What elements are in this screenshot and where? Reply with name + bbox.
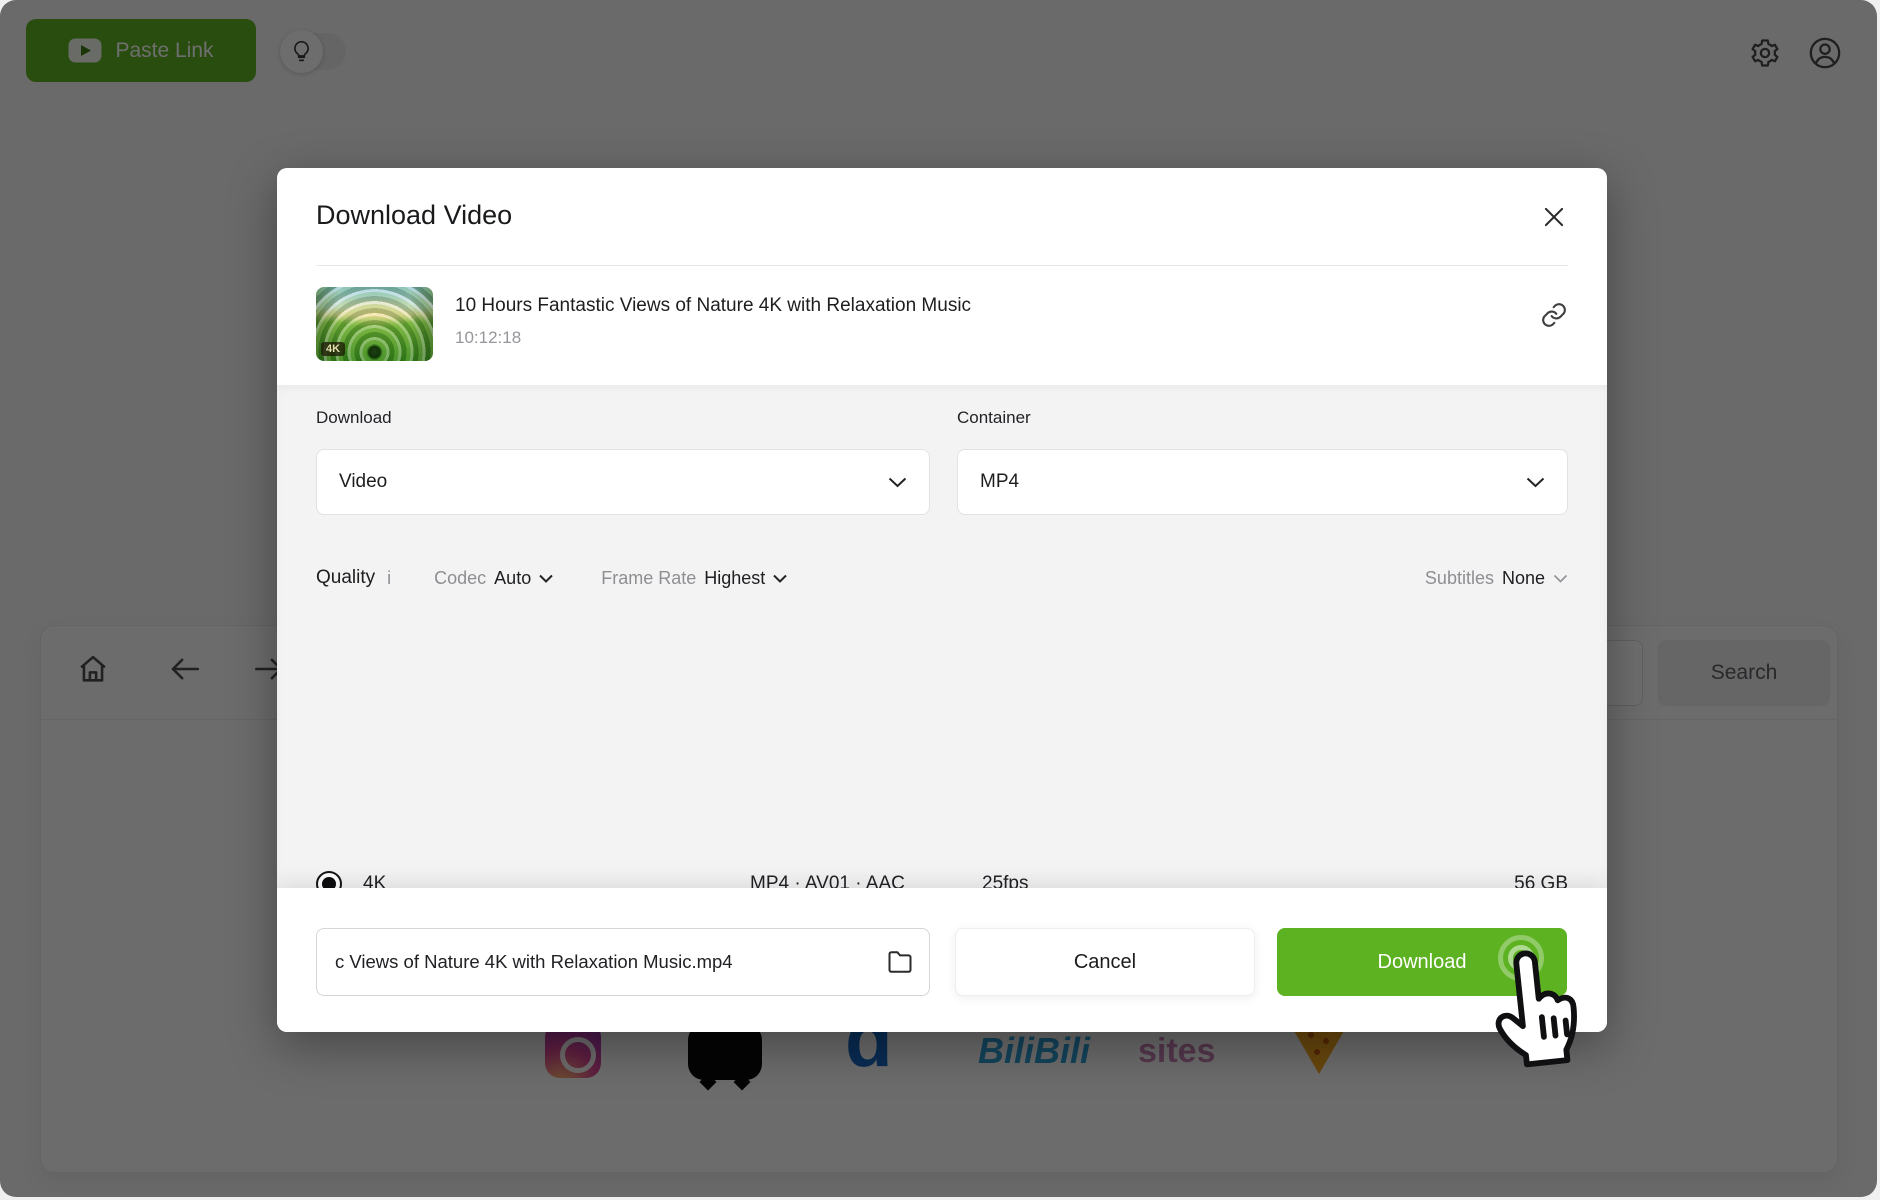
subtitles-value: None xyxy=(1502,568,1545,589)
video-title: 10 Hours Fantastic Views of Nature 4K wi… xyxy=(455,295,971,317)
filename-input[interactable] xyxy=(316,928,930,996)
chevron-down-icon xyxy=(539,574,553,583)
link-icon xyxy=(1540,301,1568,329)
framerate-value: Highest xyxy=(704,568,765,589)
chevron-down-icon xyxy=(773,574,787,583)
codec-dropdown[interactable]: Codec Auto xyxy=(434,568,553,589)
thumbnail-badge: 4K xyxy=(321,342,345,356)
cancel-button[interactable]: Cancel xyxy=(955,928,1255,996)
chevron-down-icon xyxy=(888,477,907,488)
dialog-footer: Cancel Download xyxy=(277,888,1607,1032)
container-select[interactable]: MP4 xyxy=(957,449,1568,515)
download-type-value: Video xyxy=(339,471,387,493)
codec-label: Codec xyxy=(434,568,486,589)
download-button[interactable]: Download xyxy=(1277,928,1567,996)
quality-label: Quality xyxy=(316,567,375,589)
download-type-select[interactable]: Video xyxy=(316,449,930,515)
video-duration: 10:12:18 xyxy=(455,328,521,348)
container-label: Container xyxy=(957,408,1031,428)
info-icon[interactable]: i xyxy=(387,568,391,589)
chevron-down-icon xyxy=(1553,574,1568,583)
framerate-label: Frame Rate xyxy=(601,568,696,589)
subtitles-dropdown[interactable]: Subtitles None xyxy=(1425,568,1568,589)
folder-icon xyxy=(886,948,916,976)
close-button[interactable] xyxy=(1537,200,1571,234)
download-type-label: Download xyxy=(316,408,392,428)
header-divider xyxy=(316,265,1568,266)
container-value: MP4 xyxy=(980,471,1019,493)
subtitles-label: Subtitles xyxy=(1425,568,1494,589)
close-icon xyxy=(1541,204,1567,230)
framerate-dropdown[interactable]: Frame Rate Highest xyxy=(601,568,787,589)
app-window: Paste Link xyxy=(0,0,1877,1197)
copy-link-button[interactable] xyxy=(1537,298,1571,332)
codec-value: Auto xyxy=(494,568,531,589)
dialog-title: Download Video xyxy=(316,200,512,231)
browse-folder-button[interactable] xyxy=(886,947,916,977)
format-section: Download Container Video MP4 Quality i C… xyxy=(277,385,1607,888)
chevron-down-icon xyxy=(1526,477,1545,488)
download-video-dialog: Download Video 4K 10 Hours Fantastic Vie… xyxy=(277,168,1607,1032)
video-thumbnail: 4K xyxy=(316,287,433,361)
